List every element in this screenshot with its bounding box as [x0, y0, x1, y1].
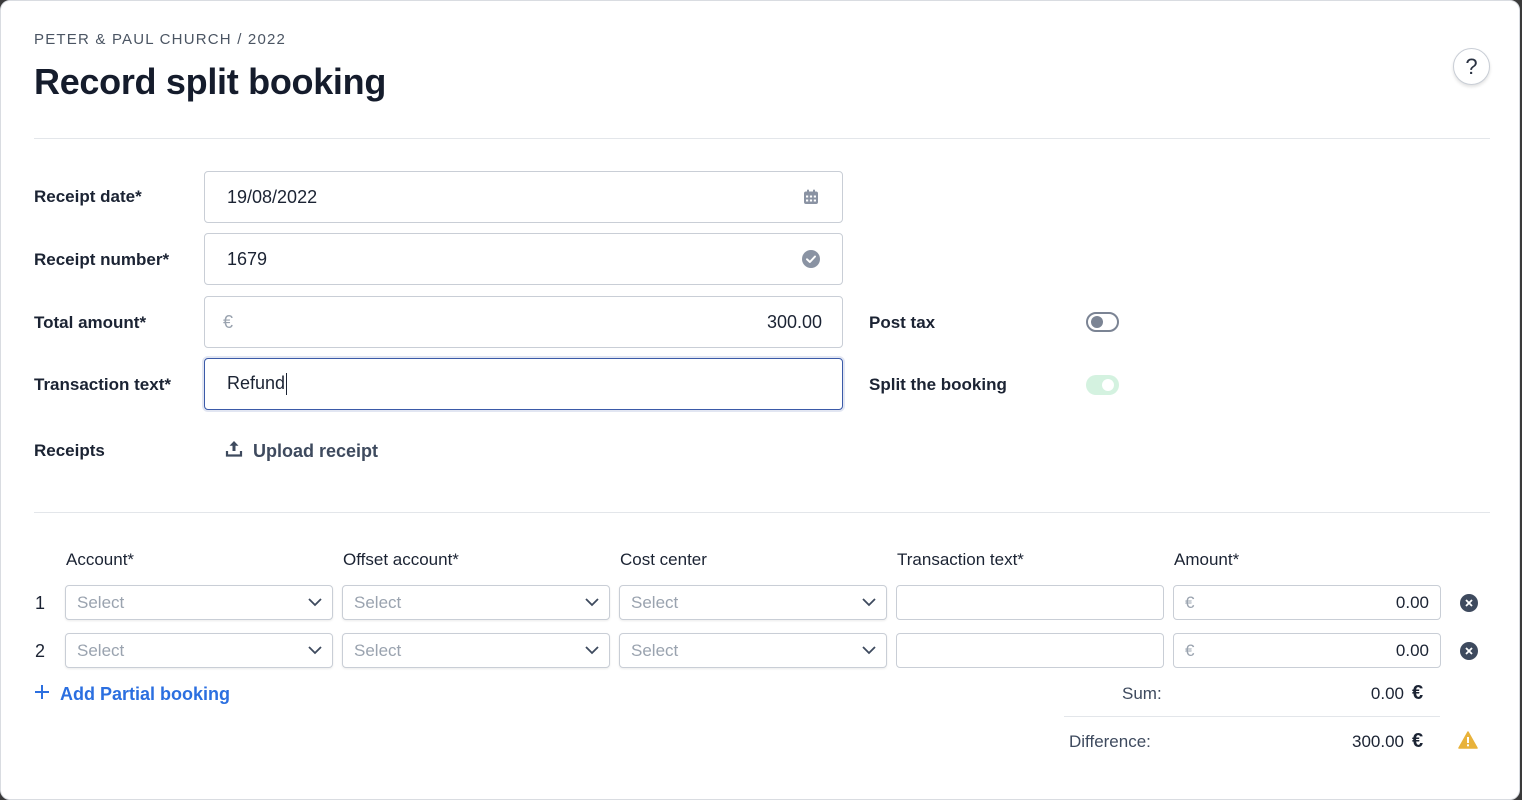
check-circle-icon	[802, 250, 820, 268]
toggle-knob	[1091, 316, 1103, 328]
chevron-down-icon	[308, 598, 322, 607]
totals-divider	[1064, 716, 1440, 717]
page-title: Record split booking	[34, 61, 387, 102]
chevron-down-icon	[862, 646, 876, 655]
receipt-number-field[interactable]: 1679	[204, 233, 843, 285]
difference-currency: €	[1412, 730, 1424, 752]
receipt-date-field[interactable]: 19/08/2022	[204, 171, 843, 223]
row-amount-value: 0.00	[1395, 640, 1429, 660]
chevron-down-icon	[585, 598, 599, 607]
remove-row-icon[interactable]	[1460, 594, 1478, 612]
cost-center-select[interactable]: Select	[619, 633, 887, 668]
row-transaction-text-input[interactable]	[896, 633, 1164, 668]
section-divider	[34, 512, 1490, 513]
help-icon: ?	[1465, 53, 1478, 79]
cost-center-select-value: Select	[631, 640, 679, 660]
row-number: 2	[35, 641, 46, 661]
total-amount-label: Total amount*	[34, 313, 147, 332]
euro-prefix: €	[223, 311, 234, 332]
sum-label: Sum:	[1122, 684, 1162, 703]
cost-center-select-value: Select	[631, 592, 679, 612]
receipts-label: Receipts	[34, 441, 105, 460]
column-header-amount: Amount*	[1174, 550, 1240, 569]
upload-receipt-button[interactable]: Upload receipt	[225, 440, 378, 463]
euro-prefix: €	[1185, 640, 1195, 660]
add-partial-booking-label: Add Partial booking	[60, 684, 231, 704]
account-select-value: Select	[77, 640, 125, 660]
difference-label: Difference:	[1069, 732, 1151, 751]
calendar-icon[interactable]	[802, 188, 820, 206]
upload-receipt-label: Upload receipt	[253, 441, 379, 461]
offset-account-select[interactable]: Select	[342, 585, 610, 620]
warning-icon	[1458, 731, 1478, 754]
cost-center-select[interactable]: Select	[619, 585, 887, 620]
chevron-down-icon	[585, 646, 599, 655]
total-amount-value: 300.00	[766, 311, 822, 332]
account-select[interactable]: Select	[65, 585, 333, 620]
add-partial-booking-button[interactable]: Add Partial booking	[34, 684, 230, 705]
sum-value: 0.00	[1370, 684, 1404, 703]
row-amount-input[interactable]: € 0.00	[1173, 633, 1441, 668]
help-button[interactable]: ?	[1453, 48, 1490, 85]
toggle-knob	[1102, 379, 1114, 391]
plus-icon	[34, 684, 50, 705]
transaction-text-label: Transaction text*	[34, 375, 171, 394]
total-amount-field[interactable]: € 300.00	[204, 296, 843, 348]
chevron-down-icon	[308, 646, 322, 655]
post-tax-toggle[interactable]	[1086, 312, 1119, 332]
transaction-text-field[interactable]: Refund	[204, 358, 843, 410]
row-amount-value: 0.00	[1395, 592, 1429, 612]
breadcrumb: PETER & PAUL CHURCH / 2022	[34, 31, 287, 48]
offset-account-select[interactable]: Select	[342, 633, 610, 668]
receipt-date-value: 19/08/2022	[227, 186, 318, 207]
column-header-account: Account*	[66, 550, 135, 569]
split-booking-label: Split the booking	[869, 375, 1007, 394]
transaction-text-value: Refund	[227, 372, 286, 393]
row-number: 1	[35, 593, 46, 613]
column-header-cost-center: Cost center	[620, 550, 707, 569]
chevron-down-icon	[862, 598, 876, 607]
receipt-date-label: Receipt date*	[34, 187, 142, 206]
receipt-number-value: 1679	[227, 248, 268, 269]
remove-row-icon[interactable]	[1460, 642, 1478, 660]
column-header-offset-account: Offset account*	[343, 550, 459, 569]
post-tax-label: Post tax	[869, 313, 936, 332]
offset-account-select-value: Select	[354, 640, 402, 660]
euro-prefix: €	[1185, 592, 1195, 612]
booking-card: PETER & PAUL CHURCH / 2022 Record split …	[0, 0, 1520, 800]
account-select-value: Select	[77, 592, 125, 612]
receipt-number-label: Receipt number*	[34, 250, 170, 269]
split-booking-toggle[interactable]	[1086, 375, 1119, 395]
sum-currency: €	[1412, 682, 1424, 704]
row-transaction-text-input[interactable]	[896, 585, 1164, 620]
header-divider	[34, 138, 1490, 139]
offset-account-select-value: Select	[354, 592, 402, 612]
upload-icon	[225, 440, 243, 463]
text-cursor	[286, 373, 288, 396]
row-amount-input[interactable]: € 0.00	[1173, 585, 1441, 620]
difference-value: 300.00	[1352, 732, 1404, 751]
column-header-transaction-text: Transaction text*	[897, 550, 1024, 569]
account-select[interactable]: Select	[65, 633, 333, 668]
